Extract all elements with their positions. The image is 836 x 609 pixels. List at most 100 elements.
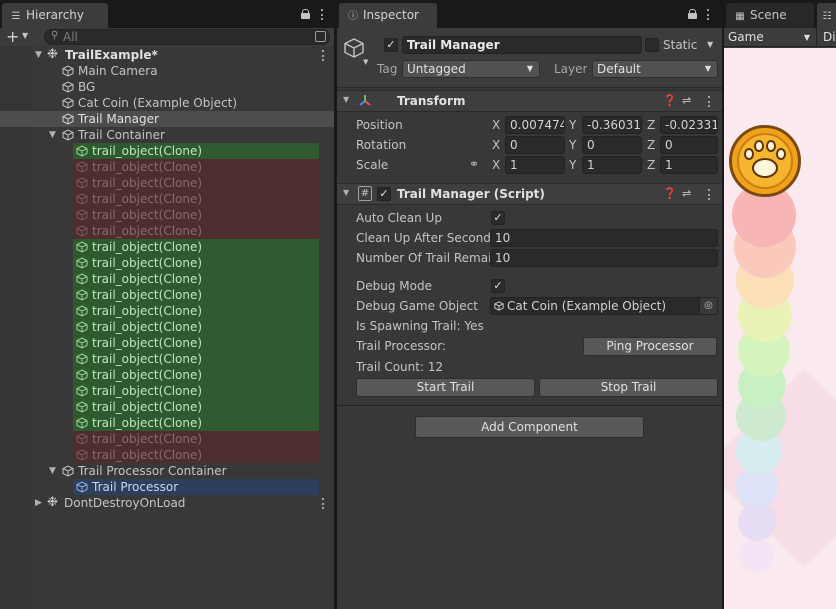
transform-header[interactable]: ▼ Transform ❓ ⇌ [337,90,722,112]
position-z-field[interactable]: -0.02331 [660,116,718,134]
number-remain-field[interactable]: 10 [490,249,718,267]
trail-clone-label: trail_object(Clone) [92,384,203,398]
gameobject-cube-icon [494,301,504,311]
target-icon[interactable]: ◎ [699,298,717,314]
number-remain-label: Number Of Trail Remain [356,251,490,265]
trail-clone-row[interactable]: trail_object(Clone) [0,319,334,335]
tab-hierarchy[interactable]: ☰ Hierarchy [2,3,108,28]
ping-processor-button[interactable]: Ping Processor [583,337,717,356]
lock-icon[interactable] [301,9,310,19]
trail-clone-row[interactable]: trail_object(Clone) [0,191,334,207]
search-input[interactable]: ⚲ All [44,29,330,45]
expand-arrow-icon[interactable]: ▼ [49,463,56,479]
kebab-menu-icon[interactable] [320,9,323,20]
static-dropdown-icon[interactable]: ▼ [707,40,713,49]
plus-icon[interactable]: + [6,27,19,46]
collapse-arrow-icon[interactable]: ▼ [343,188,349,197]
trail-clone-row[interactable]: trail_object(Clone) [0,447,334,463]
layer-dropdown[interactable]: Default ▼ [592,60,718,78]
trail-clone-row[interactable]: trail_object(Clone) [0,415,334,431]
panel-splitter[interactable] [722,0,724,609]
hierarchy-item-cat-coin[interactable]: Cat Coin (Example Object) [0,95,334,111]
object-name-field[interactable]: Trail Manager [402,36,642,54]
trail-clone-row[interactable]: trail_object(Clone) [0,335,334,351]
kebab-menu-icon[interactable] [321,498,324,509]
debug-mode-checkbox[interactable]: ✓ [491,279,505,293]
link-icon[interactable]: ⚭ [469,157,479,171]
trail-clone-row[interactable]: trail_object(Clone) [0,287,334,303]
script-enabled-checkbox[interactable]: ✓ [377,187,391,201]
paw-toe [754,140,764,152]
trail-clone-row[interactable]: trail_object(Clone) [0,367,334,383]
tag-dropdown[interactable]: Untagged ▼ [402,60,540,78]
trail-clone-row[interactable]: trail_object(Clone) [0,399,334,415]
trail-ball [740,538,774,572]
expand-arrow-icon[interactable]: ▼ [49,127,56,143]
script-component-header[interactable]: ▼ # ✓ Trail Manager (Script) ❓ ⇌ [337,183,722,205]
hierarchy-item-dont-destroy[interactable]: ▶ ❉ DontDestroyOnLoad [0,495,334,511]
rotation-y-field[interactable]: 0 [582,136,642,154]
game-display-dropdown[interactable]: Game ▼ [726,29,814,46]
auto-clean-up-checkbox[interactable]: ✓ [491,211,505,225]
scale-x-field[interactable]: 1 [505,156,565,174]
collapse-arrow-icon[interactable]: ▼ [343,95,349,104]
trail-clone-row[interactable]: trail_object(Clone) [0,431,334,447]
axis-y-label: Y [569,158,577,172]
trail-clone-row[interactable]: trail_object(Clone) [0,207,334,223]
trail-clone-row[interactable]: trail_object(Clone) [0,239,334,255]
hierarchy-item-trail-processor-container[interactable]: ▼ Trail Processor Container [0,463,334,479]
active-checkbox[interactable]: ✓ [384,38,398,52]
trail-clone-row[interactable]: trail_object(Clone) [0,303,334,319]
clean-up-after-field[interactable]: 10 [490,229,718,247]
tab-inspector[interactable]: ⓘ Inspector [339,3,437,28]
trail-clone-row[interactable]: trail_object(Clone) [0,175,334,191]
kebab-menu-icon[interactable] [707,189,710,200]
debug-game-object-field[interactable]: Cat Coin (Example Object) ◎ [490,297,718,315]
position-y-field[interactable]: -0.36031 [582,116,642,134]
trail-clone-row[interactable]: trail_object(Clone) [0,255,334,271]
lock-icon[interactable] [688,9,697,19]
kebab-menu-icon[interactable] [707,96,710,107]
gameobject-cube-icon [62,113,74,125]
help-icon[interactable]: ❓ [663,187,677,200]
search-options-icon[interactable] [315,31,326,42]
chevron-down-icon[interactable]: ▼ [363,58,368,66]
stop-trail-button[interactable]: Stop Trail [539,378,718,397]
hierarchy-item-bg[interactable]: BG [0,79,334,95]
tab-scene[interactable]: ▦ Scene [726,3,814,28]
hierarchy-item-main-camera[interactable]: Main Camera [0,63,334,79]
position-x-field[interactable]: 0.007474 [505,116,565,134]
kebab-menu-icon[interactable] [706,9,709,20]
static-checkbox[interactable] [645,38,659,52]
hierarchy-item-trail-manager[interactable]: Trail Manager [0,111,334,127]
add-component-button[interactable]: Add Component [415,416,644,438]
preset-icon[interactable]: ⇌ [682,94,691,107]
scene-name: TrailExample* [65,48,158,62]
display-label[interactable]: Di [823,29,836,46]
chevron-down-icon[interactable]: ▼ [22,31,28,40]
panel-splitter[interactable] [334,0,337,609]
trail-clone-row[interactable]: trail_object(Clone) [0,143,334,159]
trail-clone-label: trail_object(Clone) [92,272,203,286]
scene-row[interactable]: ▼ ❉ TrailExample* [0,47,334,63]
scale-y-field[interactable]: 1 [582,156,642,174]
hierarchy-item-trail-container[interactable]: ▼ Trail Container [0,127,334,143]
collapse-arrow-icon[interactable]: ▶ [35,495,42,511]
trail-clone-row[interactable]: trail_object(Clone) [0,383,334,399]
rotation-z-field[interactable]: 0 [660,136,718,154]
game-viewport[interactable] [724,48,836,609]
trail-clone-row[interactable]: trail_object(Clone) [0,223,334,239]
hierarchy-tree: ▼ ❉ TrailExample* Main Camera BG Cat Coi… [0,46,334,609]
trail-clone-row[interactable]: trail_object(Clone) [0,351,334,367]
trail-clone-row[interactable]: trail_object(Clone) [0,159,334,175]
rotation-x-field[interactable]: 0 [505,136,565,154]
trail-clone-row[interactable]: trail_object(Clone) [0,271,334,287]
tab-game[interactable]: ☷ [817,3,836,28]
preset-icon[interactable]: ⇌ [682,187,691,200]
help-icon[interactable]: ❓ [663,94,677,107]
kebab-menu-icon[interactable] [321,50,324,61]
scale-z-field[interactable]: 1 [660,156,718,174]
expand-arrow-icon[interactable]: ▼ [35,47,42,63]
start-trail-button[interactable]: Start Trail [356,378,535,397]
hierarchy-item-trail-processor[interactable]: Trail Processor [0,479,334,495]
